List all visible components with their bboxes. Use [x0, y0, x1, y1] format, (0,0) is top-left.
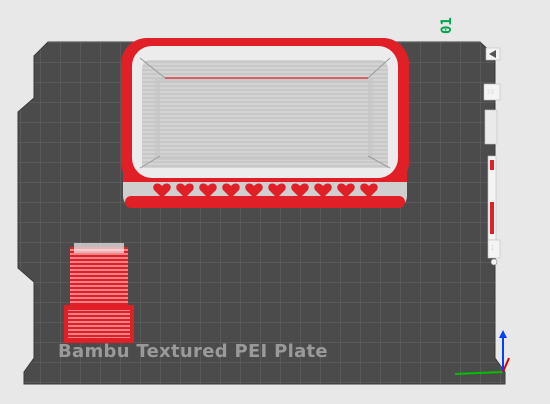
- plate-number: 01: [439, 17, 455, 34]
- box-model[interactable]: [121, 38, 409, 208]
- small-block-model[interactable]: [64, 243, 134, 343]
- layer-top-value: 10: [486, 88, 495, 96]
- 3d-viewport[interactable]: [0, 0, 550, 400]
- layer-bottom-value: 1: [490, 244, 495, 252]
- plate-label: Bambu Textured PEI Plate: [58, 341, 328, 362]
